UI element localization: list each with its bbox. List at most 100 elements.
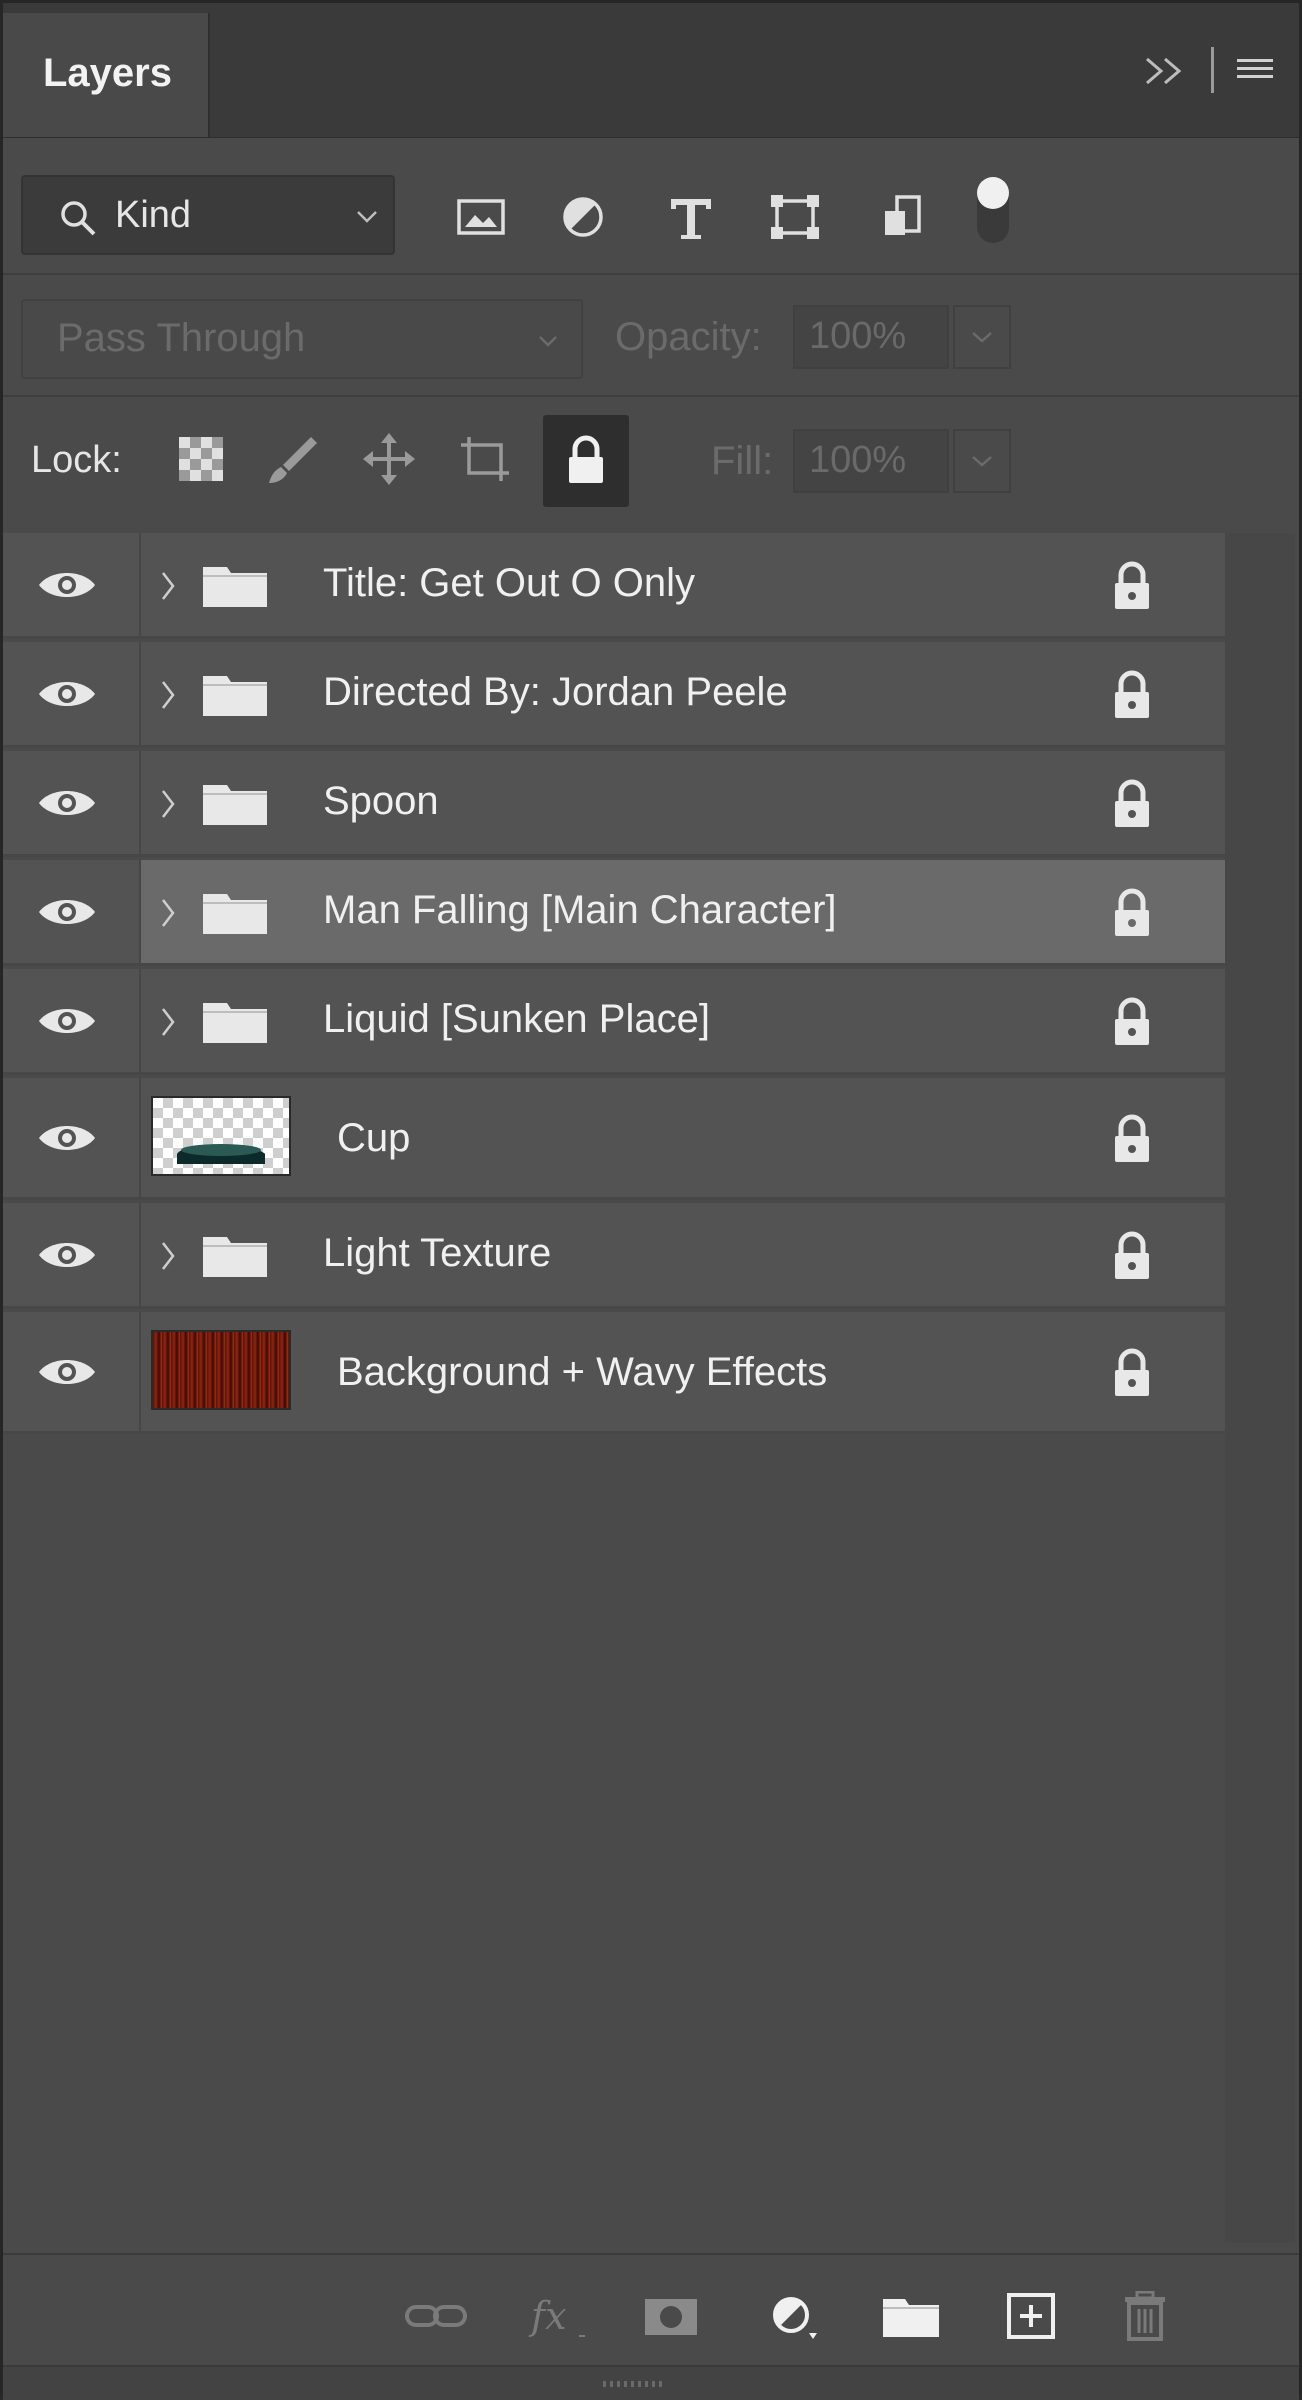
lock-icon[interactable]: [1109, 888, 1155, 938]
tab-label: Layers: [43, 51, 172, 95]
lock-artboard-icon[interactable]: [457, 431, 513, 487]
layer-name[interactable]: Background + Wavy Effects: [337, 1350, 827, 1395]
opacity-dropdown[interactable]: [953, 305, 1011, 369]
smart-object-filter-icon[interactable]: [875, 183, 931, 247]
layer-row[interactable]: Light Texture: [3, 1203, 1225, 1309]
layer-row[interactable]: Title: Get Out O Only: [3, 533, 1225, 639]
visibility-toggle[interactable]: [3, 1203, 141, 1306]
eye-icon: [39, 791, 95, 815]
lock-position-icon[interactable]: [361, 431, 417, 487]
chevron-right-icon[interactable]: [159, 896, 177, 930]
visibility-toggle[interactable]: [3, 1312, 141, 1431]
folder-icon: [203, 1237, 267, 1277]
eye-icon: [39, 1243, 95, 1267]
fill-input[interactable]: 100%: [793, 429, 949, 493]
lock-image-pixels-icon[interactable]: [265, 431, 321, 487]
layer-row[interactable]: Directed By: Jordan Peele: [3, 642, 1225, 748]
layer-name[interactable]: Cup: [337, 1116, 410, 1161]
grip-dots: [603, 2381, 663, 2387]
eye-icon: [39, 1126, 95, 1150]
lock-icon[interactable]: [1109, 1348, 1155, 1398]
blend-mode-select[interactable]: Pass Through: [21, 299, 583, 379]
adjustment-layer-icon[interactable]: [765, 2291, 825, 2341]
add-mask-icon[interactable]: [641, 2291, 701, 2341]
visibility-toggle[interactable]: [3, 969, 141, 1072]
eye-icon: [39, 1360, 95, 1384]
chevron-right-icon[interactable]: [159, 787, 177, 821]
fill-dropdown[interactable]: [953, 429, 1011, 493]
delete-icon[interactable]: [1117, 2291, 1173, 2341]
blend-mode-label: Pass Through: [57, 316, 306, 360]
fx-icon[interactable]: fx: [527, 2291, 597, 2341]
folder-icon: [203, 1003, 267, 1043]
lock-all-icon: [569, 435, 603, 483]
panel-header: Layers: [3, 3, 1299, 138]
opacity-label: Opacity:: [615, 315, 762, 359]
lock-icon[interactable]: [1109, 779, 1155, 829]
layers-bottom-toolbar: fx: [3, 2253, 1299, 2365]
visibility-toggle[interactable]: [3, 751, 141, 854]
layer-name[interactable]: Directed By: Jordan Peele: [323, 670, 788, 715]
chevron-down-icon: [539, 336, 557, 347]
lock-icon[interactable]: [1109, 997, 1155, 1047]
filter-kind-select[interactable]: Kind: [21, 175, 395, 255]
eye-icon: [39, 900, 95, 924]
layer-row[interactable]: Liquid [Sunken Place]: [3, 969, 1225, 1075]
cup-thumbnail-image: [177, 1144, 265, 1164]
lock-icon[interactable]: [1109, 670, 1155, 720]
adjustment-filter-icon[interactable]: [555, 183, 611, 247]
folder-icon: [203, 567, 267, 607]
header-divider: [1211, 47, 1214, 93]
layer-thumbnail[interactable]: [151, 1096, 291, 1176]
lock-all-button[interactable]: [543, 415, 629, 507]
shape-filter-icon[interactable]: [767, 183, 823, 247]
visibility-toggle[interactable]: [3, 533, 141, 636]
lock-icon[interactable]: [1109, 1231, 1155, 1281]
chevron-down-icon: [357, 211, 377, 223]
lock-icon[interactable]: [1109, 561, 1155, 611]
filter-kind-label: Kind: [115, 194, 192, 236]
layers-panel: Layers Kind Pass Through Opacity: 100% L…: [0, 0, 1302, 2400]
lock-label: Lock:: [31, 439, 122, 481]
chevron-right-icon[interactable]: [159, 1239, 177, 1273]
layers-scrollbar[interactable]: [1225, 533, 1295, 2243]
layer-row-selected[interactable]: Man Falling [Main Character]: [3, 860, 1225, 966]
opacity-input[interactable]: 100%: [793, 305, 949, 369]
layer-row[interactable]: Cup: [3, 1078, 1225, 1200]
eye-icon: [39, 1009, 95, 1033]
chevron-down-icon: [972, 456, 992, 467]
eye-icon: [39, 573, 95, 597]
filter-toggle-icon[interactable]: [969, 173, 1017, 249]
collapse-panel-icon[interactable]: [1143, 51, 1189, 91]
chevron-right-icon[interactable]: [159, 678, 177, 712]
chevron-right-icon[interactable]: [159, 1005, 177, 1039]
divider: [3, 273, 1299, 275]
image-filter-icon[interactable]: [453, 183, 509, 247]
panel-menu-icon[interactable]: [1235, 55, 1275, 85]
fill-label: Fill:: [711, 439, 774, 483]
layer-name[interactable]: Spoon: [323, 779, 439, 824]
layer-name[interactable]: Liquid [Sunken Place]: [323, 997, 710, 1042]
visibility-toggle[interactable]: [3, 1078, 141, 1197]
chevron-right-icon[interactable]: [159, 569, 177, 603]
layer-name[interactable]: Man Falling [Main Character]: [323, 888, 837, 933]
visibility-toggle[interactable]: [3, 860, 141, 963]
type-filter-icon[interactable]: [663, 183, 719, 247]
new-group-icon[interactable]: [879, 2291, 943, 2341]
svg-text:fx: fx: [528, 2294, 567, 2338]
search-icon: [61, 201, 96, 236]
link-layers-icon[interactable]: [401, 2291, 471, 2341]
layer-thumbnail[interactable]: [151, 1330, 291, 1410]
layer-row[interactable]: Spoon: [3, 751, 1225, 857]
folder-icon: [203, 676, 267, 716]
folder-icon: [203, 894, 267, 934]
layer-name[interactable]: Light Texture: [323, 1231, 551, 1276]
layer-name[interactable]: Title: Get Out O Only: [323, 561, 695, 606]
tab-layers[interactable]: Layers: [3, 13, 210, 137]
layer-row[interactable]: Background + Wavy Effects: [3, 1312, 1225, 1434]
lock-icon[interactable]: [1109, 1114, 1155, 1164]
lock-transparent-pixels-icon[interactable]: [173, 431, 229, 487]
visibility-toggle[interactable]: [3, 642, 141, 745]
new-layer-icon[interactable]: [1003, 2291, 1059, 2341]
eye-icon: [39, 682, 95, 706]
